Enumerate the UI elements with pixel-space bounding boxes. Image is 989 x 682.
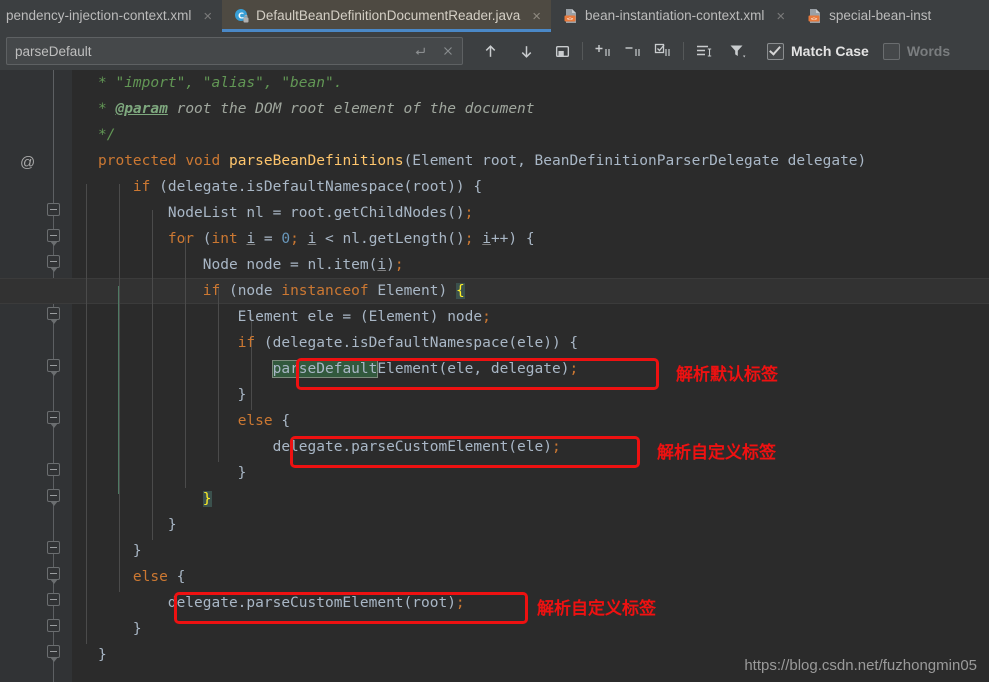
- code-line[interactable]: Element ele = (Element) node;: [98, 304, 491, 330]
- toolbar-divider: [582, 42, 583, 60]
- code-line[interactable]: }: [98, 460, 247, 486]
- code-line[interactable]: if (delegate.isDefaultNamespace(ele)) {: [98, 330, 578, 356]
- editor-tab-label: pendency-injection-context.xml: [6, 8, 192, 24]
- search-match-highlight: parseDefault: [271, 360, 379, 378]
- svg-text:C: C: [238, 12, 244, 21]
- code-line[interactable]: */: [98, 122, 115, 148]
- fold-marker[interactable]: [47, 229, 60, 246]
- code-line[interactable]: if (node instanceof Element) {: [98, 278, 465, 304]
- code-line[interactable]: if (delegate.isDefaultNamespace(root)) {: [98, 174, 482, 200]
- code-line[interactable]: * "import", "alias", "bean".: [98, 70, 342, 96]
- editor-tab-bean-instantiation-context-xml[interactable]: <> bean-instantiation-context.xml ×: [551, 0, 796, 32]
- fold-marker[interactable]: [47, 645, 60, 662]
- indent-guide: [86, 184, 87, 644]
- find-previous-button[interactable]: [475, 36, 505, 66]
- words-checkbox[interactable]: Words: [882, 42, 951, 60]
- match-case-checkbox[interactable]: Match Case: [767, 42, 869, 60]
- select-all-occurrences-button[interactable]: [648, 36, 678, 66]
- fold-marker[interactable]: [47, 203, 60, 216]
- gutter-rail: [53, 70, 54, 682]
- words-label: Words: [906, 43, 951, 59]
- checkbox-icon[interactable]: [767, 42, 784, 60]
- watermark-url: https://blog.csdn.net/fuzhongmin05: [744, 657, 977, 674]
- close-icon[interactable]: ×: [530, 9, 543, 24]
- fold-marker[interactable]: [47, 619, 60, 632]
- fold-marker[interactable]: [47, 411, 60, 428]
- find-next-button[interactable]: [511, 36, 541, 66]
- editor-gutter[interactable]: @: [0, 70, 72, 682]
- annotation-label-1: 解析默认标签: [676, 365, 778, 385]
- editor-tab-label: bean-instantiation-context.xml: [585, 8, 765, 24]
- clear-search-icon[interactable]: [434, 39, 462, 63]
- code-line[interactable]: parseDefaultElement(ele, delegate);: [98, 356, 578, 382]
- fold-marker[interactable]: [47, 541, 60, 554]
- code-line[interactable]: NodeList nl = root.getChildNodes();: [98, 200, 474, 226]
- code-line[interactable]: }: [98, 616, 142, 642]
- fold-marker[interactable]: [47, 307, 60, 324]
- code-line[interactable]: * @param root the DOM root element of th…: [98, 96, 535, 122]
- editor-tab-defaultbeandefinitiondocumentreader-java[interactable]: C DefaultBeanDefinitionDocumentReader.ja…: [222, 0, 552, 32]
- editor-tab-bar: pendency-injection-context.xml × C Defau…: [0, 0, 989, 32]
- close-icon[interactable]: ×: [774, 9, 787, 24]
- code-line[interactable]: else {: [98, 564, 185, 590]
- find-toolbar: Match Case Words: [0, 32, 989, 70]
- code-content[interactable]: * "import", "alias", "bean". * @param ro…: [0, 70, 989, 682]
- code-line[interactable]: }: [98, 642, 107, 668]
- svg-text:<>: <>: [811, 16, 818, 22]
- filter-button[interactable]: [723, 36, 753, 66]
- idea-editor-window: pendency-injection-context.xml × C Defau…: [0, 0, 989, 682]
- checkbox-icon[interactable]: [882, 42, 900, 60]
- code-line[interactable]: Node node = nl.item(i);: [98, 252, 404, 278]
- code-line[interactable]: delegate.parseCustomElement(root);: [98, 590, 465, 616]
- code-line[interactable]: }: [98, 538, 142, 564]
- editor-tab-dependency-injection-context-xml[interactable]: pendency-injection-context.xml ×: [0, 0, 223, 32]
- fold-marker[interactable]: [47, 593, 60, 606]
- code-line[interactable]: }: [98, 382, 247, 408]
- code-line[interactable]: delegate.parseCustomElement(ele);: [98, 434, 561, 460]
- fold-marker[interactable]: [47, 463, 60, 476]
- code-line[interactable]: }: [98, 486, 212, 512]
- code-line[interactable]: else {: [98, 408, 290, 434]
- toolbar-divider: [683, 42, 684, 60]
- annotation-marker-icon: @: [20, 154, 36, 171]
- add-selection-button[interactable]: [588, 36, 618, 66]
- fold-marker[interactable]: [47, 489, 60, 506]
- annotation-label-2: 解析自定义标签: [657, 443, 776, 463]
- remove-selection-button[interactable]: [618, 36, 648, 66]
- match-case-label: Match Case: [791, 43, 869, 59]
- multiline-button[interactable]: [689, 36, 719, 66]
- close-icon[interactable]: ×: [201, 9, 214, 24]
- xml-file-icon: <>: [807, 8, 823, 24]
- code-line[interactable]: }: [98, 512, 177, 538]
- search-history-icon[interactable]: [406, 39, 434, 63]
- code-line[interactable]: for (int i = 0; i < nl.getLength(); i++)…: [98, 226, 535, 252]
- editor-tab-label: special-bean-inst: [829, 8, 932, 24]
- search-field[interactable]: [6, 37, 463, 65]
- java-class-locked-icon: C: [234, 8, 250, 24]
- open-in-find-window-button[interactable]: [547, 36, 577, 66]
- code-editor[interactable]: @ * "import", "alias", "bean". * @param …: [0, 70, 989, 682]
- fold-marker[interactable]: [47, 567, 60, 584]
- fold-marker[interactable]: [47, 359, 60, 376]
- code-line[interactable]: protected void parseBeanDefinitions(Elem…: [98, 148, 866, 174]
- xml-file-icon: <>: [563, 8, 579, 24]
- svg-text:<>: <>: [567, 16, 574, 22]
- fold-marker[interactable]: [47, 255, 60, 272]
- search-input[interactable]: [7, 38, 406, 64]
- editor-tab-label: DefaultBeanDefinitionDocumentReader.java: [256, 8, 521, 24]
- editor-tab-special-bean-inst[interactable]: <> special-bean-inst: [795, 0, 940, 32]
- annotation-label-3: 解析自定义标签: [537, 599, 656, 619]
